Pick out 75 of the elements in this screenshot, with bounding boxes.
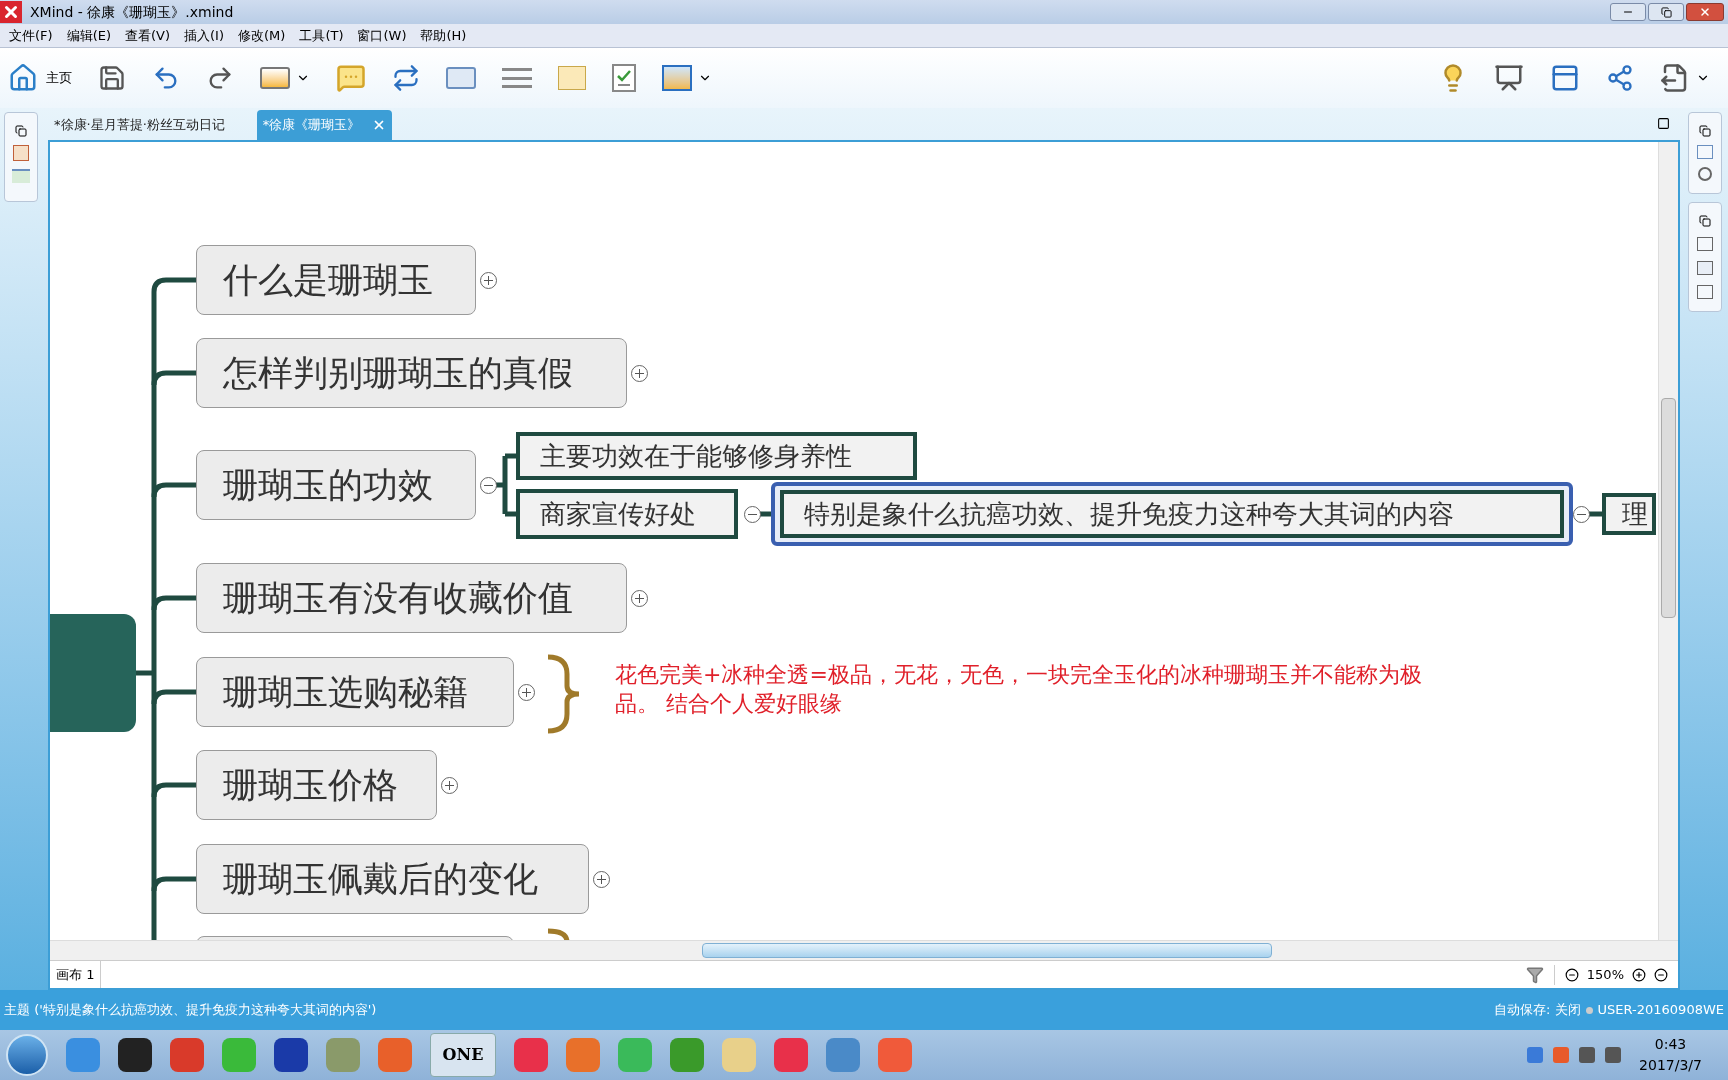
menu-item[interactable]: 修改(M) [233, 25, 291, 46]
expand-toggle[interactable] [518, 684, 535, 701]
collapse-toggle[interactable] [480, 477, 497, 494]
relationship-icon[interactable] [392, 64, 420, 92]
side-panel-tray[interactable] [4, 112, 38, 202]
menu-item[interactable]: 查看(V) [120, 25, 176, 46]
topic-icon[interactable] [260, 67, 290, 89]
collapse-toggle[interactable] [744, 506, 761, 523]
zoom-in-icon[interactable] [1632, 967, 1646, 982]
subtopic-node[interactable]: 主要功效在于能够修身养性 [516, 432, 917, 480]
status-text: 主题 ('特别是象什么抗癌功效、提升免疫力这种夸大其词的内容') [4, 1001, 377, 1020]
start-button[interactable] [6, 1034, 48, 1076]
markers-icon[interactable] [1697, 237, 1713, 251]
expand-toggle[interactable] [593, 871, 610, 888]
maximize-editor-icon[interactable] [1657, 117, 1670, 130]
sheet-tab[interactable]: 画布 1 [50, 961, 102, 988]
overview-icon[interactable] [13, 145, 29, 161]
outline-icon[interactable] [12, 169, 30, 183]
clock-date: 2017/3/7 [1639, 1056, 1702, 1075]
gantt-icon[interactable] [1550, 63, 1580, 93]
expand-toggle[interactable] [480, 272, 497, 289]
side-panel-tray[interactable] [1688, 202, 1722, 312]
topic-node[interactable]: 怎样判别珊瑚玉的真假 [196, 338, 627, 408]
restore-icon [1660, 6, 1672, 18]
task-checklist-icon[interactable] [612, 64, 636, 92]
menu-item[interactable]: 工具(T) [294, 25, 349, 46]
collapse-toggle[interactable] [1573, 506, 1590, 523]
topic-node[interactable]: 珊瑚玉价格 [196, 750, 437, 820]
taskbar-app-button[interactable]: ONE [430, 1033, 496, 1077]
user-label: USER-20160908WE [1597, 1001, 1724, 1020]
subtopic-node[interactable]: 理 [1602, 493, 1656, 535]
topic-node[interactable]: 珊瑚玉的功效 [196, 450, 476, 520]
restore-icon[interactable] [1699, 125, 1711, 137]
window-title: XMind - 徐康《珊瑚玉》.xmind [30, 2, 234, 22]
expand-toggle[interactable] [441, 777, 458, 794]
clock-time: 0:43 [1654, 1035, 1687, 1054]
autosave-status: 自动保存: 关闭 [1494, 1001, 1581, 1020]
filter-icon[interactable] [1525, 965, 1544, 984]
menu-item[interactable]: 编辑(E) [61, 25, 116, 46]
presentation-icon[interactable] [1494, 63, 1524, 93]
close-button[interactable] [1686, 3, 1724, 21]
close-icon [1699, 6, 1711, 18]
fit-zoom-icon[interactable] [1654, 967, 1668, 982]
home-icon[interactable] [8, 63, 38, 93]
restore-icon[interactable] [15, 125, 27, 137]
menu-item[interactable]: 插入(I) [179, 25, 229, 46]
menu-item[interactable]: 帮助(H) [415, 25, 472, 46]
expand-toggle[interactable] [631, 590, 648, 607]
subtopic-label: 特别是象什么抗癌功效、提升免疫力这种夸大其词的内容 [780, 490, 1564, 538]
zoom-level: 150% [1586, 965, 1624, 984]
expand-toggle[interactable] [631, 365, 648, 382]
app-logo-icon [0, 1, 22, 23]
subtopic-node[interactable]: 特别是象什么抗癌功效、提升免疫力这种夸大其词的内容 [771, 482, 1573, 546]
side-panel-tray[interactable] [1688, 112, 1722, 194]
home-label[interactable]: 主页 [46, 68, 72, 88]
summary-text: 花色完美+冰种全透=极品，无花，无色，一块完全玉化的冰种珊瑚玉并不能称为极品。 结合个人爱好眼缘 [615, 661, 1423, 718]
image-icon[interactable] [662, 65, 692, 91]
restore-icon[interactable] [1699, 215, 1711, 227]
share-icon[interactable] [1606, 64, 1634, 92]
restore-button[interactable] [1648, 3, 1684, 21]
search-icon[interactable] [1698, 167, 1712, 181]
editor-tab[interactable]: *徐康·星月菩提·粉丝互动日记 [48, 110, 231, 140]
subtopic-node[interactable]: 商家宣传好处 [516, 489, 738, 539]
zoom-out-icon[interactable] [1564, 967, 1579, 982]
menu-item[interactable]: 窗口(W) [352, 25, 412, 46]
properties-icon[interactable] [1697, 145, 1713, 159]
summary-icon[interactable] [502, 66, 532, 90]
save-icon[interactable] [98, 64, 126, 92]
topic-node[interactable]: 什么是珊瑚玉 [196, 245, 476, 315]
topic-node[interactable]: 珊瑚玉佩戴后的变化 [196, 844, 589, 914]
topic-node[interactable]: 珊瑚玉有没有收藏价值 [196, 563, 627, 633]
menu-item[interactable]: 文件(F) [4, 25, 58, 46]
minimize-button[interactable] [1610, 3, 1646, 21]
topic-node[interactable]: 珊瑚玉选购秘籍 [196, 657, 514, 727]
boundary-icon[interactable] [446, 67, 476, 89]
